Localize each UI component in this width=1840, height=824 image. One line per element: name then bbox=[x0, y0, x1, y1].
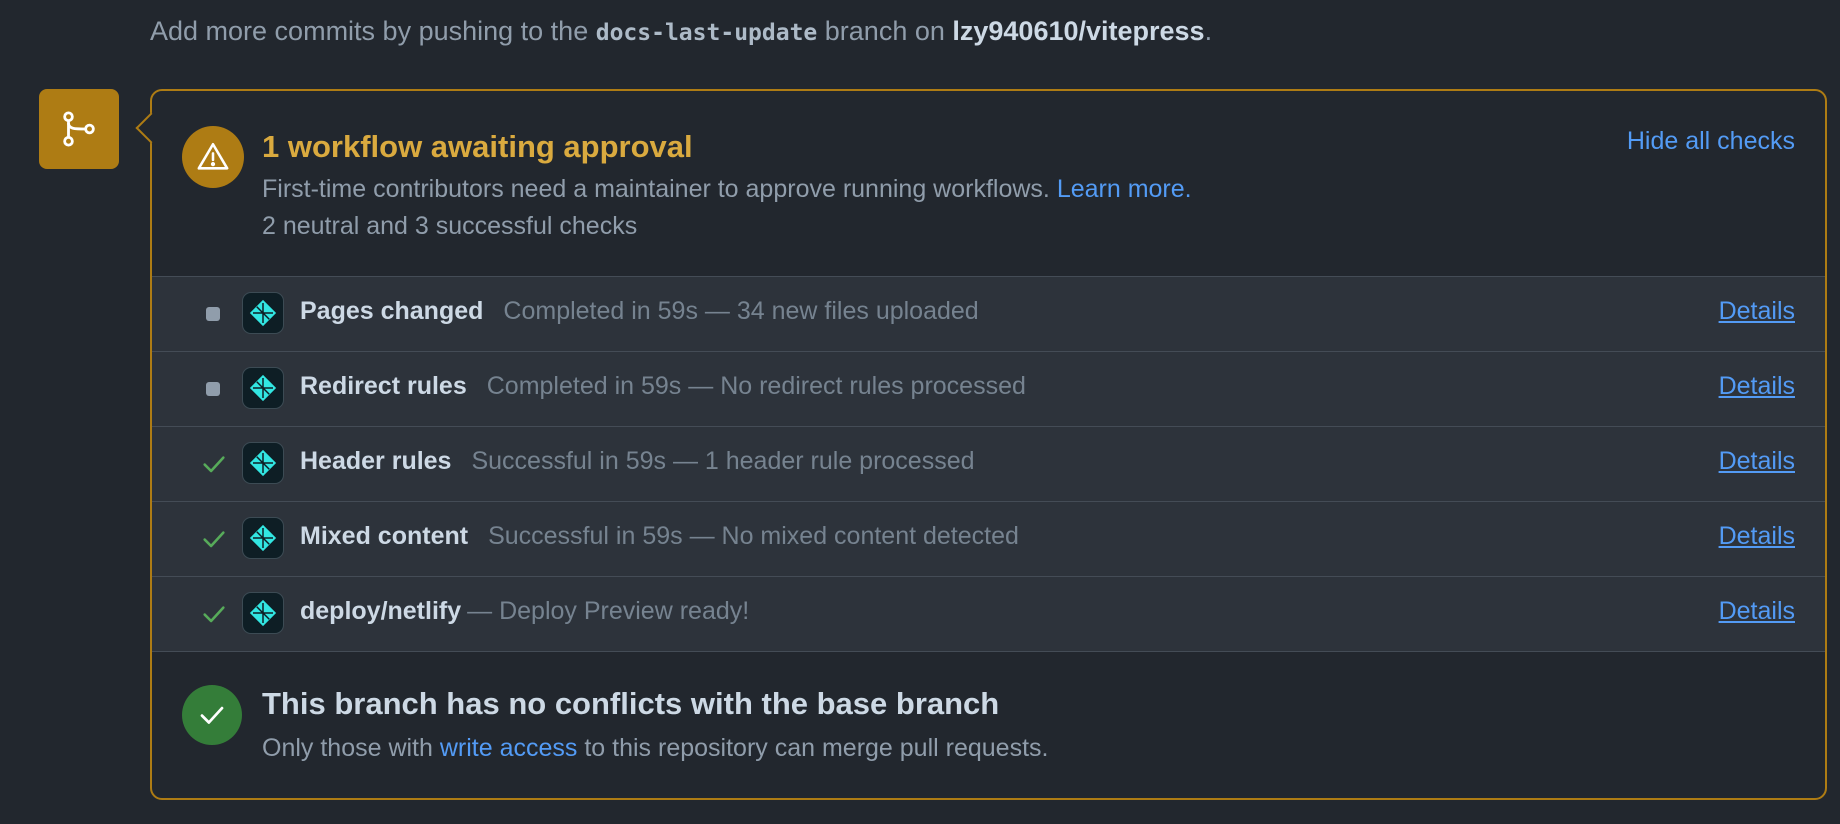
learn-more-link[interactable]: Learn more. bbox=[1057, 175, 1192, 203]
push-hint-suffix: . bbox=[1204, 16, 1213, 46]
check-row: Redirect rules Completed in 59s — No redi… bbox=[152, 352, 1825, 427]
check-name: Mixed content bbox=[300, 522, 469, 550]
push-hint-prefix: Add more commits by pushing to the bbox=[150, 16, 596, 46]
netlify-logo-icon bbox=[242, 292, 284, 334]
details-link[interactable]: Details bbox=[1719, 297, 1795, 326]
merge-description-prefix: Only those with bbox=[262, 734, 440, 762]
branch-name: docs-last-update bbox=[595, 20, 818, 46]
success-check-icon bbox=[203, 606, 225, 623]
merge-box: 1 workflow awaiting approval First-time … bbox=[135, 89, 1827, 802]
neutral-status-icon bbox=[206, 382, 220, 396]
timeline-badge bbox=[39, 89, 119, 169]
netlify-diamond-icon bbox=[249, 299, 277, 327]
check-icon bbox=[200, 706, 224, 724]
merge-title: This branch has no conflicts with the ba… bbox=[262, 686, 1000, 721]
details-link[interactable]: Details bbox=[1719, 522, 1795, 551]
neutral-status-icon bbox=[206, 307, 220, 321]
check-description: — Deploy Preview ready! bbox=[467, 597, 750, 625]
netlify-logo-icon bbox=[242, 517, 284, 559]
netlify-diamond-icon bbox=[249, 449, 277, 477]
check-row: deploy/netlify — Deploy Preview ready! De… bbox=[152, 577, 1825, 652]
details-link[interactable]: Details bbox=[1719, 597, 1795, 626]
check-name: Redirect rules bbox=[300, 372, 467, 400]
approval-title: 1 workflow awaiting approval bbox=[262, 129, 693, 164]
check-status bbox=[200, 577, 228, 651]
check-row: Mixed content Successful in 59s — No mixe… bbox=[152, 502, 1825, 577]
check-text: Redirect rules Completed in 59s — No redi… bbox=[300, 372, 1026, 401]
check-row: Pages changed Completed in 59s — 34 new f… bbox=[152, 277, 1825, 352]
details-link[interactable]: Details bbox=[1719, 372, 1795, 401]
check-status bbox=[200, 502, 228, 576]
netlify-logo-icon bbox=[242, 367, 284, 409]
success-check-icon bbox=[203, 456, 225, 473]
approval-section: 1 workflow awaiting approval First-time … bbox=[152, 91, 1825, 277]
check-text: Pages changed Completed in 59s — 34 new f… bbox=[300, 297, 979, 326]
netlify-diamond-icon bbox=[249, 374, 277, 402]
git-branch-icon bbox=[63, 111, 95, 147]
repo-name: lzy940610/vitepress bbox=[952, 16, 1205, 46]
netlify-logo-icon bbox=[242, 442, 284, 484]
approval-description: First-time contributors need a maintaine… bbox=[262, 175, 1192, 204]
check-description: Successful in 59s — 1 header rule proces… bbox=[471, 447, 975, 475]
netlify-diamond-icon bbox=[249, 599, 277, 627]
check-status bbox=[200, 352, 220, 426]
approval-description-text: First-time contributors need a maintaine… bbox=[262, 175, 1057, 203]
check-text: Mixed content Successful in 59s — No mixe… bbox=[300, 522, 1019, 551]
check-description: Successful in 59s — No mixed content det… bbox=[488, 522, 1019, 550]
check-name: Pages changed bbox=[300, 297, 484, 325]
check-status bbox=[200, 427, 228, 501]
merge-status-circle bbox=[182, 685, 242, 745]
write-access-link[interactable]: write access bbox=[440, 734, 578, 762]
details-link[interactable]: Details bbox=[1719, 447, 1795, 476]
alert-icon bbox=[197, 142, 229, 170]
check-description: Completed in 59s — No redirect rules pro… bbox=[486, 372, 1026, 400]
netlify-logo-icon bbox=[242, 592, 284, 634]
merge-description-suffix: to this repository can merge pull reques… bbox=[577, 734, 1049, 762]
merge-description: Only those with write access to this rep… bbox=[262, 734, 1048, 763]
merge-status-section: This branch has no conflicts with the ba… bbox=[152, 652, 1825, 802]
check-text: deploy/netlify — Deploy Preview ready! bbox=[300, 597, 749, 626]
checks-summary: 2 neutral and 3 successful checks bbox=[262, 212, 638, 240]
check-name: Header rules bbox=[300, 447, 452, 475]
hide-all-checks-link[interactable]: Hide all checks bbox=[1627, 127, 1795, 156]
check-name: deploy/netlify bbox=[300, 597, 462, 625]
check-row: Header rules Successful in 59s — 1 header… bbox=[152, 427, 1825, 502]
check-description: Completed in 59s — 34 new files uploaded bbox=[503, 297, 979, 325]
success-check-icon bbox=[203, 531, 225, 548]
check-text: Header rules Successful in 59s — 1 header… bbox=[300, 447, 975, 476]
netlify-diamond-icon bbox=[249, 524, 277, 552]
check-status bbox=[200, 277, 220, 351]
push-hint: Add more commits by pushing to the docs-… bbox=[150, 16, 1212, 47]
pr-merge-page: Add more commits by pushing to the docs-… bbox=[0, 0, 1840, 824]
approval-status-circle bbox=[182, 126, 244, 188]
push-hint-middle: branch on bbox=[817, 16, 953, 46]
